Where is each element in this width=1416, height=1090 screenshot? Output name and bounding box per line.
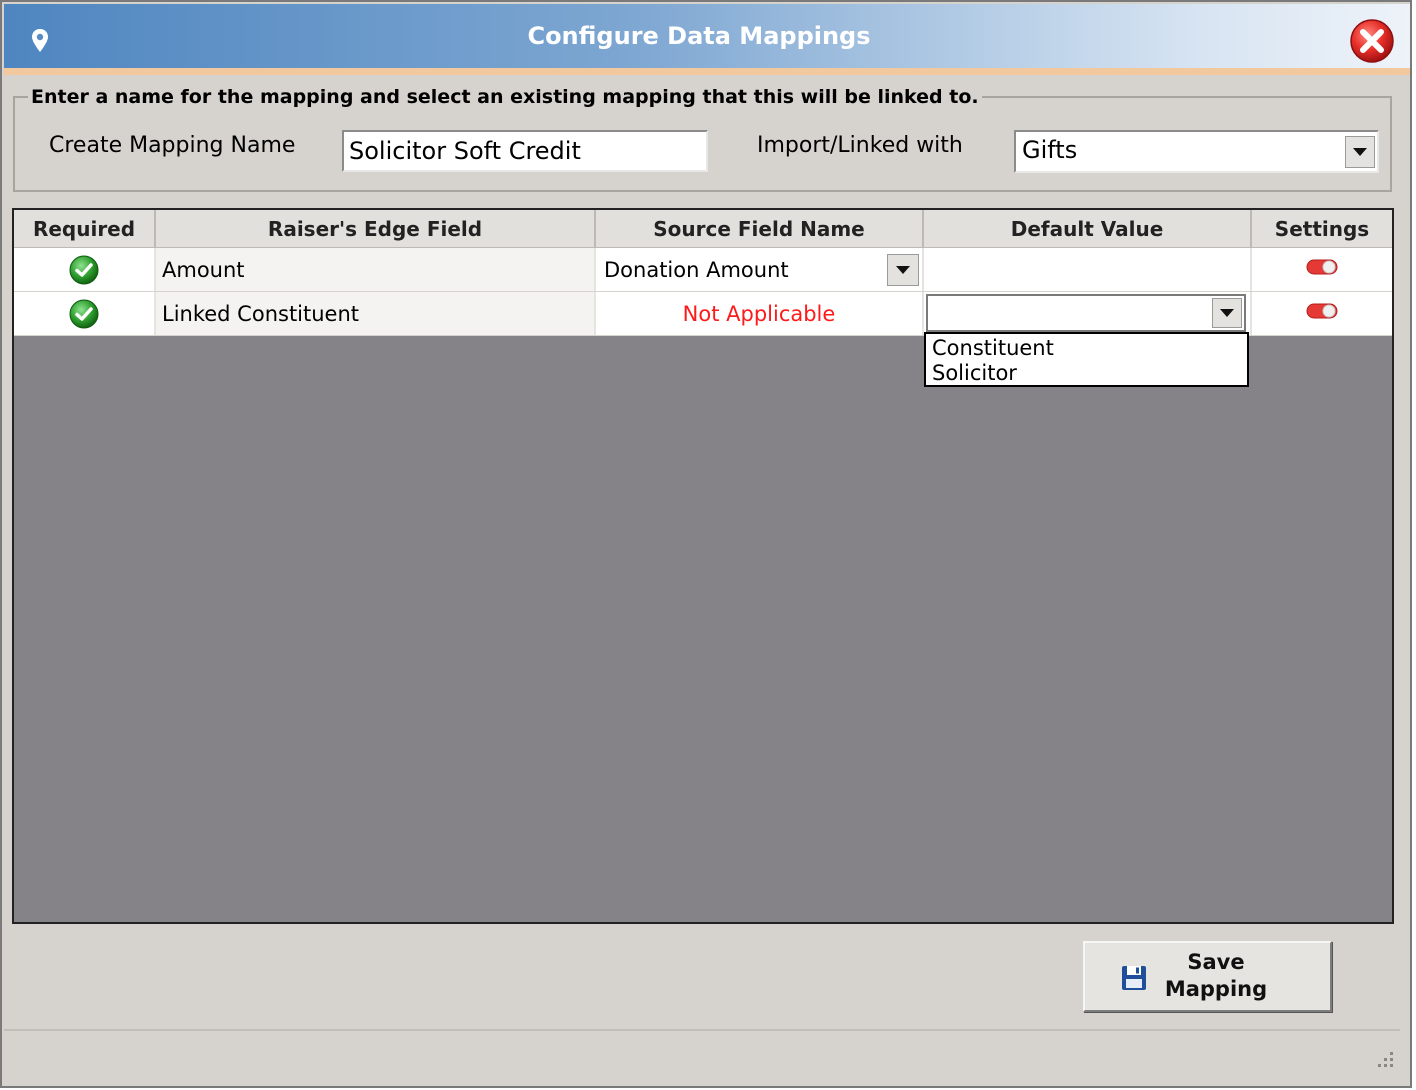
default-value-dropdown-button[interactable] — [1212, 298, 1242, 328]
dropdown-option-constituent[interactable]: Constituent — [932, 336, 1054, 360]
column-header-default-value[interactable]: Default Value — [924, 210, 1252, 248]
column-header-settings[interactable]: Settings — [1252, 210, 1392, 248]
default-value-cell[interactable] — [924, 292, 1252, 335]
check-icon — [69, 255, 99, 284]
required-cell — [14, 248, 156, 291]
column-header-required[interactable]: Required — [14, 210, 156, 248]
mappings-grid: Required Raiser's Edge Field Source Fiel… — [12, 208, 1394, 924]
resize-grip-icon[interactable] — [1372, 1048, 1396, 1072]
settings-cell[interactable] — [1252, 292, 1392, 335]
dropdown-option-solicitor[interactable]: Solicitor — [932, 361, 1017, 385]
column-header-source-field[interactable]: Source Field Name — [596, 210, 924, 248]
default-value-cell[interactable] — [924, 248, 1252, 291]
default-value-select[interactable] — [926, 294, 1246, 332]
mapping-name-input[interactable] — [342, 130, 708, 172]
not-applicable-text: Not Applicable — [596, 292, 924, 335]
chevron-down-icon — [896, 266, 910, 274]
re-field-cell: Linked Constituent — [156, 292, 596, 335]
chevron-down-icon — [1220, 309, 1234, 317]
groupbox-instruction: Enter a name for the mapping and select … — [28, 86, 982, 108]
status-bar-divider — [4, 1029, 1400, 1031]
title-bar: Configure Data Mappings — [4, 4, 1410, 68]
window-title: Configure Data Mappings — [527, 22, 871, 50]
configure-data-mappings-dialog: Configure Data Mappings Enter a name for… — [0, 0, 1412, 1088]
default-value-dropdown-list: Constituent Solicitor — [924, 332, 1249, 387]
check-icon — [69, 299, 99, 328]
re-field-cell: Amount — [156, 248, 596, 291]
title-accent-strip — [4, 68, 1410, 75]
close-icon[interactable] — [1348, 17, 1396, 65]
linked-with-value: Gifts — [1022, 136, 1078, 164]
linked-with-select[interactable]: Gifts — [1014, 130, 1379, 173]
linked-with-dropdown-button[interactable] — [1345, 136, 1375, 168]
linked-with-label: Import/Linked with — [757, 133, 963, 158]
save-mapping-label: Save Mapping — [1155, 949, 1277, 1003]
save-mapping-button[interactable]: Save Mapping — [1083, 941, 1332, 1012]
source-field-select[interactable]: Donation Amount — [596, 248, 924, 291]
toggle-icon[interactable] — [1306, 258, 1338, 276]
mapping-name-label: Create Mapping Name — [49, 133, 296, 158]
save-label-line2: Mapping — [1164, 977, 1268, 1001]
table-row[interactable]: Linked Constituent Not Applicable — [14, 292, 1392, 336]
save-label-line1: Save — [1187, 950, 1245, 974]
toggle-icon[interactable] — [1306, 302, 1338, 320]
chevron-down-icon — [1353, 148, 1367, 156]
source-field-value: Donation Amount — [604, 257, 789, 282]
source-field-dropdown-button[interactable] — [887, 254, 919, 286]
settings-cell[interactable] — [1252, 248, 1392, 291]
floppy-disk-icon — [1122, 966, 1146, 990]
column-header-re-field[interactable]: Raiser's Edge Field — [156, 210, 596, 248]
table-row[interactable]: Amount Donation Amount — [14, 248, 1392, 292]
required-cell — [14, 292, 156, 335]
grid-header: Required Raiser's Edge Field Source Fiel… — [14, 210, 1392, 248]
